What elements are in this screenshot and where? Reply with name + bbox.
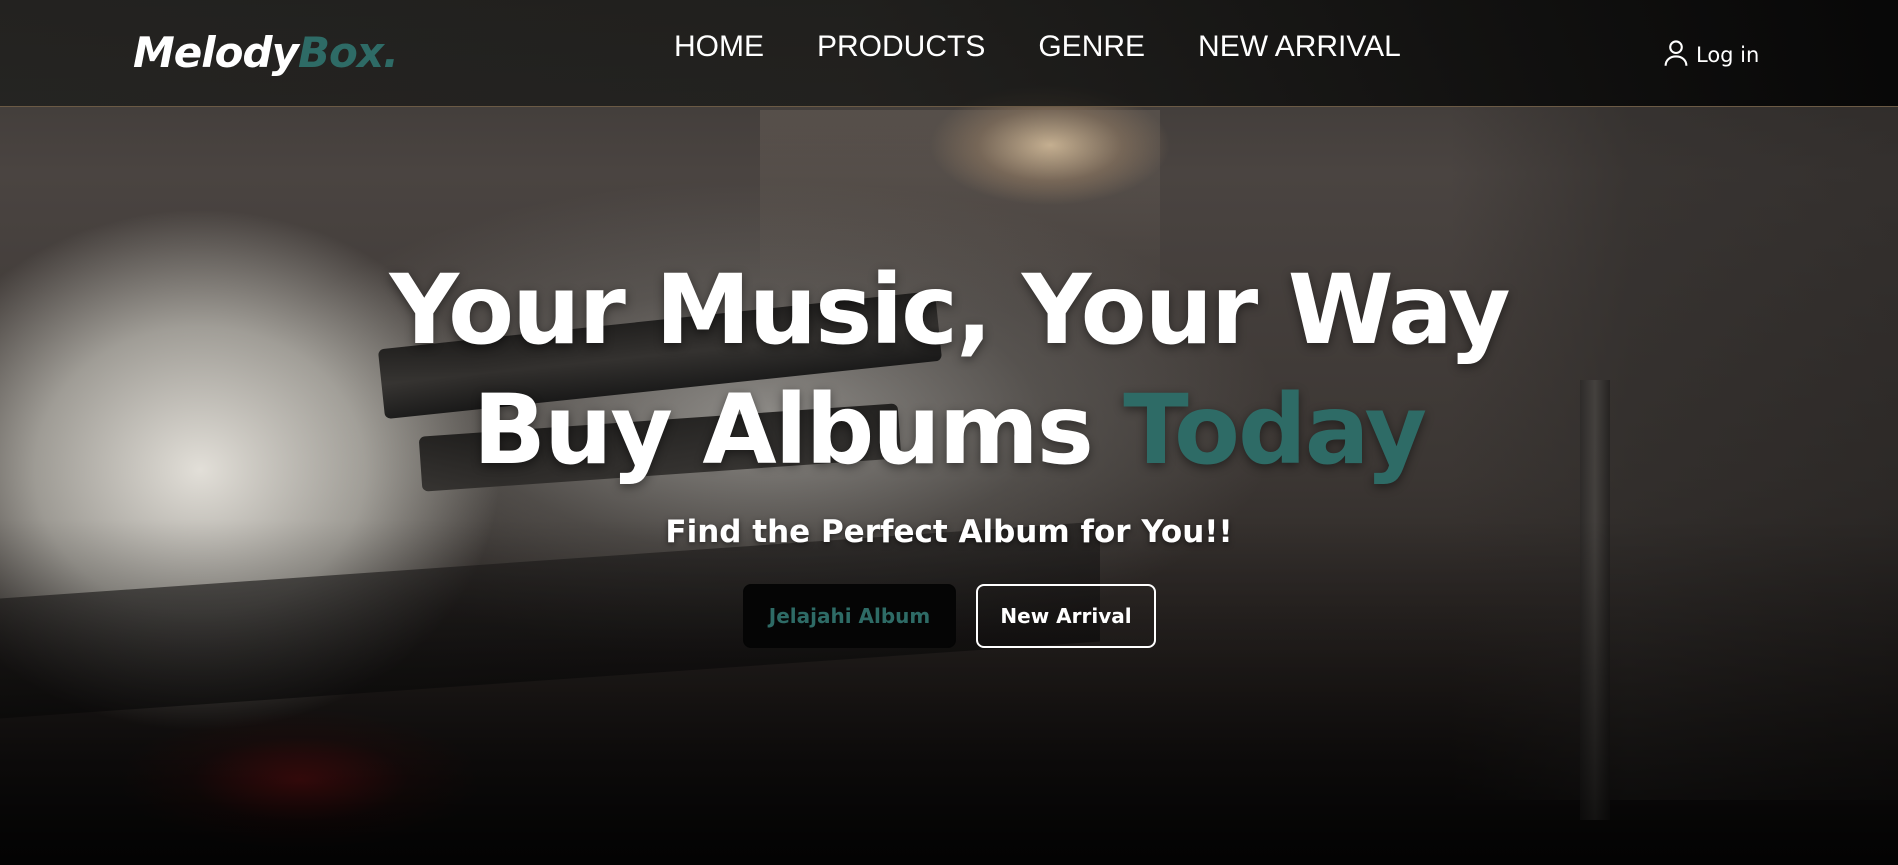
nav-item-home[interactable]: HOME <box>674 30 764 64</box>
hero-headline-line2-main: Buy Albums <box>472 374 1124 486</box>
hero-buttons: Jelajahi Album New Arrival <box>743 584 1156 648</box>
new-arrival-button[interactable]: New Arrival <box>976 584 1156 648</box>
nav-item-products[interactable]: PRODUCTS <box>817 30 985 64</box>
user-icon <box>1662 38 1690 72</box>
login-label: Log in <box>1696 43 1760 67</box>
login-button[interactable]: Log in <box>1662 38 1759 72</box>
hero-headline-accent: Today <box>1123 374 1427 486</box>
hero-headline-line2: Buy Albums Today <box>0 370 1898 490</box>
hero-section: Your Music, Your Way Buy Albums Today Fi… <box>0 250 1898 550</box>
explore-albums-button[interactable]: Jelajahi Album <box>743 584 956 648</box>
navbar: MelodyBox. HOME PRODUCTS GENRE NEW ARRIV… <box>0 0 1898 107</box>
brand-name-accent: Box. <box>297 28 399 77</box>
nav-item-new-arrival[interactable]: NEW ARRIVAL <box>1198 30 1401 64</box>
nav-item-genre[interactable]: GENRE <box>1038 30 1145 64</box>
brand-name-main: Melody <box>133 28 299 77</box>
main-nav: HOME PRODUCTS GENRE NEW ARRIVAL <box>674 30 1401 64</box>
hero-subtitle: Find the Perfect Album for You!! <box>665 514 1233 550</box>
hero-headline-line1: Your Music, Your Way <box>389 254 1510 366</box>
brand-logo[interactable]: MelodyBox. <box>133 28 399 77</box>
